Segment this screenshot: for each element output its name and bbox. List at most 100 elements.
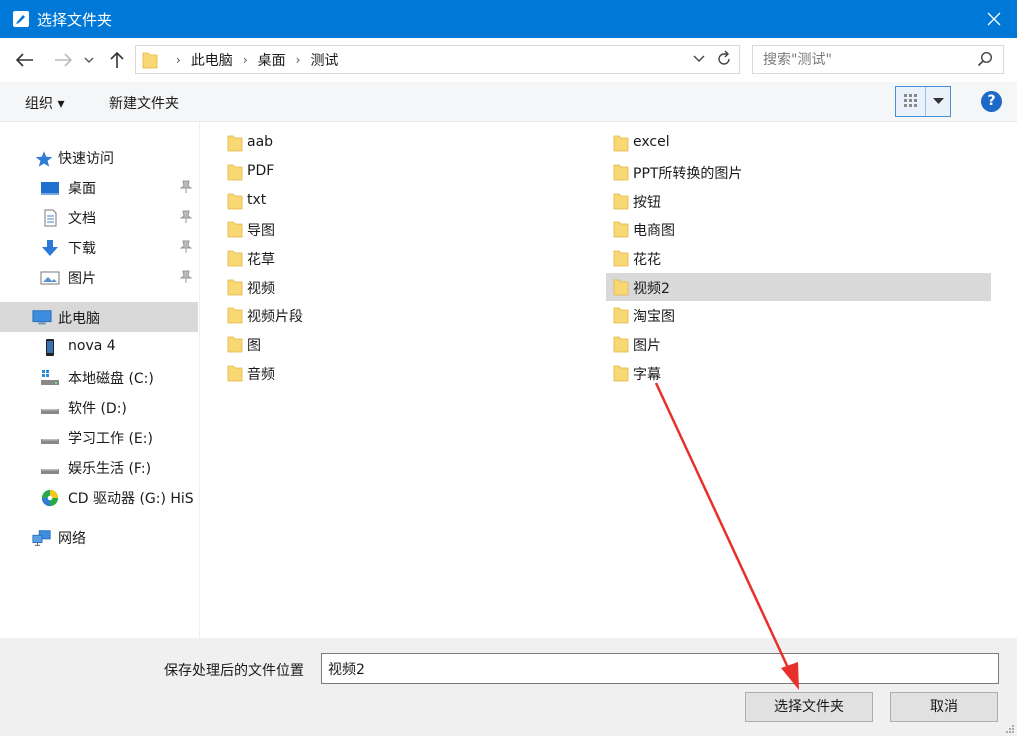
folder-icon [227,279,243,296]
folder-icon [613,135,629,152]
sidebar-item-documents[interactable]: 文档 [0,202,198,232]
list-item-selected[interactable]: 视频2 [606,273,991,301]
list-item[interactable]: PDF [227,158,387,186]
list-item[interactable]: 字幕 [613,359,991,387]
breadcrumb-test[interactable]: 测试 [310,50,338,70]
list-item[interactable]: 淘宝图 [613,301,991,329]
view-mode-button[interactable] [896,87,926,116]
folder-path-input[interactable] [321,653,999,684]
address-dropdown-icon[interactable] [693,52,705,66]
folder-name: PPT所转换的图片 [633,166,743,182]
folder-icon [227,336,243,353]
drive-icon [41,439,59,444]
list-item[interactable]: 音频 [227,359,387,387]
window-title: 选择文件夹 [37,11,113,29]
forward-button[interactable] [52,50,74,70]
folder-icon [613,250,629,267]
help-button[interactable]: ? [981,91,1002,112]
search-box[interactable] [752,45,1004,74]
address-bar[interactable]: › 此电脑 › 桌面 › 测试 [135,45,740,74]
sidebar-item-desktop[interactable]: 桌面 [0,172,198,202]
sidebar-item-label: 文档 [68,211,96,227]
refresh-icon[interactable] [716,50,732,68]
back-button[interactable] [14,50,36,70]
folder-icon [613,307,629,324]
sidebar-item-drive-f[interactable]: 娱乐生活 (F:) [0,452,198,482]
system-drive-icon [41,370,59,385]
folder-icon [613,336,629,353]
sidebar-item-label: 快速访问 [58,151,114,167]
view-options-dropdown[interactable] [927,87,950,116]
sidebar-item-label: CD 驱动器 (G:) HiS [68,491,194,507]
folder-name: 按钮 [633,195,661,211]
select-folder-button[interactable]: 选择文件夹 [745,692,873,722]
up-button[interactable] [106,50,128,70]
sidebar-item-drive-c[interactable]: 本地磁盘 (C:) [0,362,198,392]
resize-grip-icon[interactable] [1005,724,1015,734]
folder-icon [227,307,243,324]
sidebar-item-drive-e[interactable]: 学习工作 (E:) [0,422,198,452]
list-item[interactable]: 视频 [227,273,387,301]
sidebar-item-this-pc[interactable]: 此电脑 [0,302,198,332]
list-item[interactable]: aab [227,129,387,157]
sidebar-item-quick-access[interactable]: 快速访问 [0,142,198,172]
list-item[interactable]: 视频片段 [227,301,387,329]
list-item[interactable]: 按钮 [613,187,991,215]
sidebar-item-pictures[interactable]: 图片 [0,262,198,292]
organize-menu[interactable]: 组织 ▾ [25,93,64,113]
command-bar: 组织 ▾ 新建文件夹 [0,82,1017,122]
download-icon [42,240,58,256]
folder-name: 图片 [633,338,661,354]
document-icon [44,209,57,227]
folder-name: 导图 [247,223,275,239]
breadcrumb-separator-icon: › [242,53,248,67]
list-item[interactable]: txt [227,187,387,215]
search-input[interactable] [763,50,963,70]
list-item[interactable]: 花花 [613,244,991,272]
sidebar-item-downloads[interactable]: 下载 [0,232,198,262]
list-item[interactable]: excel [613,129,991,157]
pin-icon[interactable] [180,240,192,254]
folder-name: PDF [247,163,275,179]
back-arrow-icon [16,53,33,67]
breadcrumb-separator-icon: › [176,53,181,67]
folder-name: 视频2 [633,281,670,297]
new-folder-button[interactable]: 新建文件夹 [109,93,179,113]
list-item[interactable]: 导图 [227,215,387,243]
sidebar-item-nova4[interactable]: nova 4 [0,332,198,362]
list-item[interactable]: 花草 [227,244,387,272]
pin-icon[interactable] [180,270,192,284]
sidebar-item-label: 此电脑 [58,311,100,327]
caret-down-icon [933,98,944,104]
pin-icon[interactable] [180,180,192,194]
network-icon [32,530,51,546]
change-view-button[interactable] [895,86,951,117]
cancel-button[interactable]: 取消 [890,692,998,722]
close-button[interactable] [971,0,1017,38]
breadcrumb-this-pc[interactable]: 此电脑 [191,50,233,70]
folder-icon [613,279,629,296]
list-item[interactable]: 图片 [613,330,991,358]
folder-name: 电商图 [633,223,675,239]
star-icon [35,151,53,167]
folder-name: 淘宝图 [633,309,675,325]
folder-icon [613,164,629,181]
sidebar-item-drive-g[interactable]: CD 驱动器 (G:) HiS [0,482,198,512]
recent-locations-button[interactable] [82,50,96,70]
pin-icon[interactable] [180,210,192,224]
pictures-icon [40,271,60,285]
folder-icon [227,250,243,267]
breadcrumb-desktop[interactable]: 桌面 [258,50,286,70]
sidebar-item-label: 软件 (D:) [68,401,127,417]
list-item[interactable]: 电商图 [613,215,991,243]
list-item[interactable]: 图 [227,330,387,358]
sidebar-item-drive-d[interactable]: 软件 (D:) [0,392,198,422]
navigation-pane: 快速访问 桌面 文档 下载 图片 此电脑 nova 4 本地磁盘 (C:) 软件… [0,122,200,638]
up-arrow-icon [110,51,124,68]
folder-name: excel [633,134,670,150]
sidebar-item-network[interactable]: 网络 [0,522,198,552]
list-item[interactable]: PPT所转换的图片 [613,158,991,186]
folder-icon [227,135,243,152]
phone-icon [46,339,54,356]
drive-icon [41,409,59,414]
